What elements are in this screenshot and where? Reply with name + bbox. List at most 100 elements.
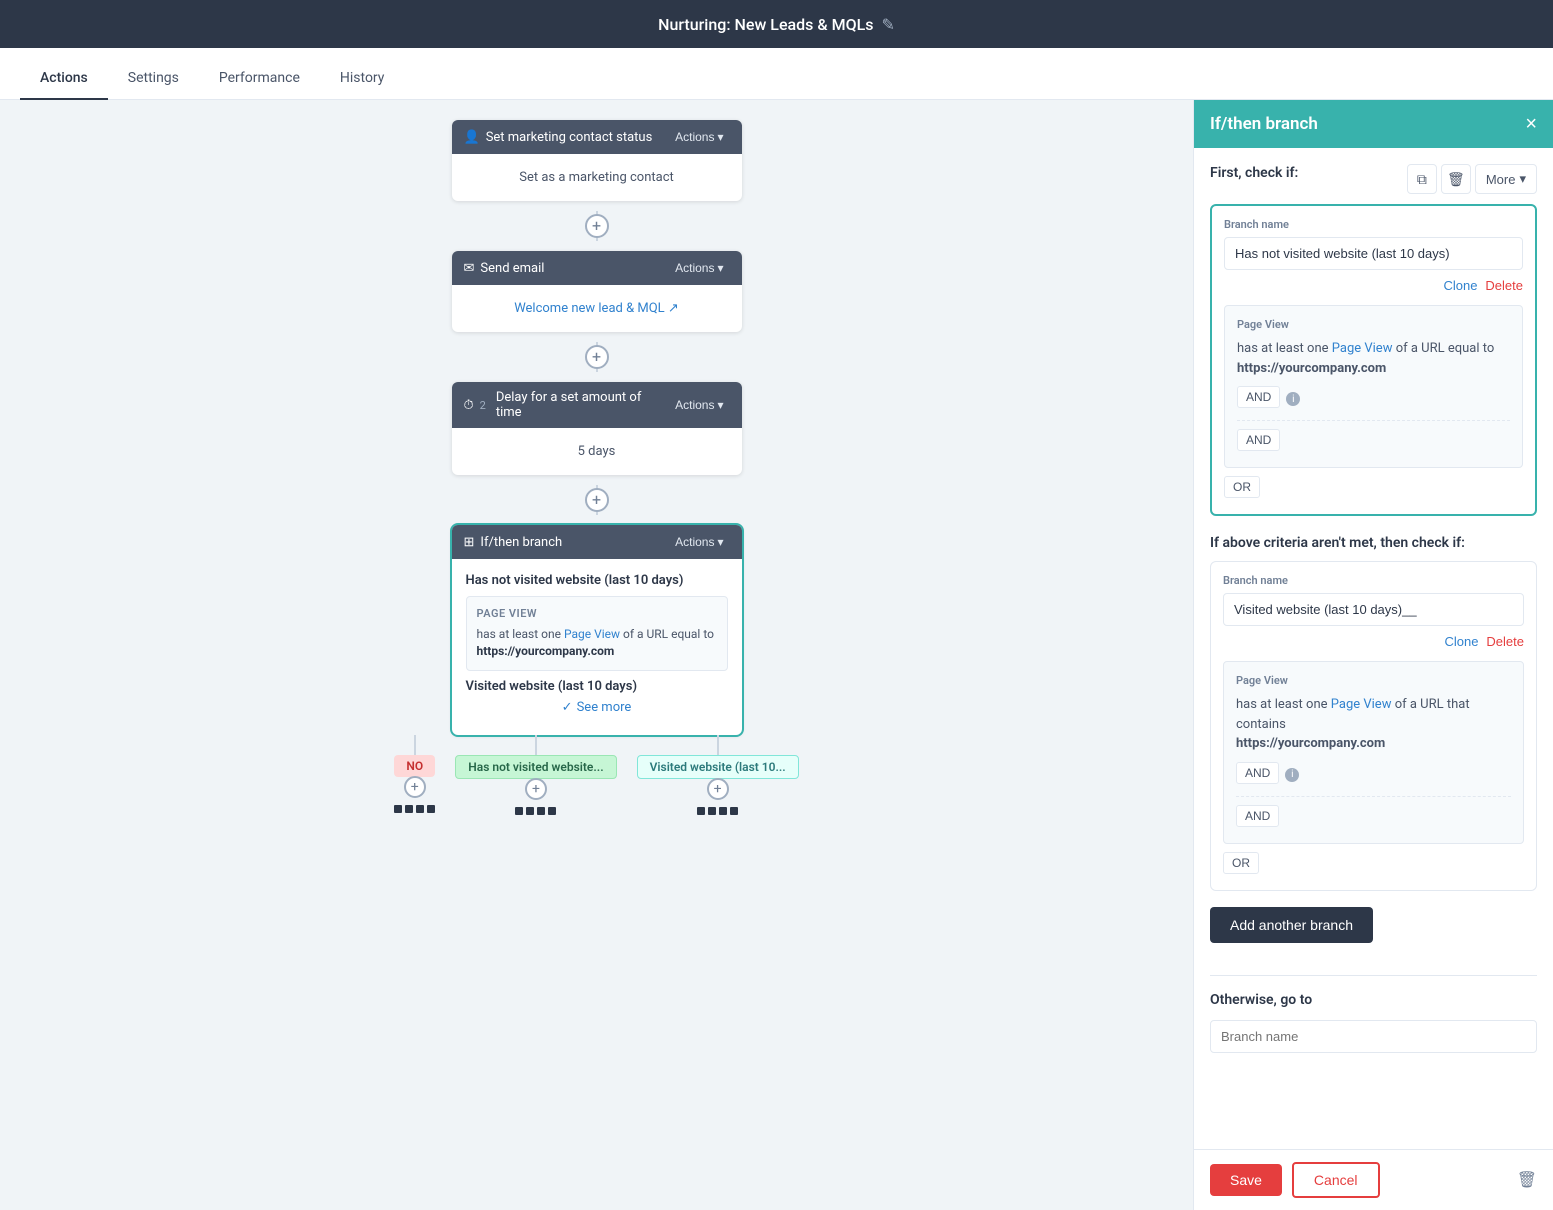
step-send-email: ✉ Send email Actions ▾ Welcome new lead … (452, 251, 742, 332)
branch2-delete-btn[interactable]: Delete (1486, 634, 1524, 649)
see-more-btn[interactable]: ✓ See more (466, 694, 728, 721)
cond2-info-icon[interactable]: i (1285, 768, 1299, 782)
cond2-link[interactable]: Page View (1331, 697, 1395, 712)
email-icon: ✉ (464, 261, 475, 276)
branch-header: ⊞ If/then branch Actions ▾ (452, 525, 742, 559)
branch-label: If/then branch (480, 535, 562, 550)
panel-title: If/then branch (1210, 114, 1318, 134)
cond2-and-btn[interactable]: AND (1236, 805, 1279, 827)
tab-performance[interactable]: Performance (199, 58, 320, 100)
step-header-1: 👤 Set marketing contact status Actions ▾ (452, 120, 742, 154)
connector-3: + (596, 475, 598, 525)
step3-actions-btn[interactable]: Actions ▾ (669, 396, 729, 414)
step3-body: 5 days (452, 428, 742, 475)
condition-block-1: Page View has at least one Page View of … (1224, 305, 1523, 468)
panel-toolbar: ⧉ 🗑 More ▾ (1407, 164, 1537, 194)
cond1-text: has at least one Page View of a URL equa… (1237, 339, 1510, 378)
branch1-name: Has not visited website (last 10 days) (466, 573, 728, 588)
branch2-name-label: Branch name (1223, 574, 1524, 587)
branch1-delete-btn[interactable]: Delete (1485, 278, 1523, 293)
branch-output-no: NO + (394, 735, 435, 813)
add-step-btn-3[interactable]: + (585, 488, 609, 512)
add-not-visited-btn[interactable]: + (525, 778, 547, 800)
cond2-title: Page View (1236, 674, 1511, 687)
condition-title: Page View (477, 607, 717, 620)
second-check-label: If above criteria aren't met, then check… (1210, 535, 1465, 551)
branch1-clone-btn[interactable]: Clone (1443, 278, 1477, 293)
tab-actions[interactable]: Actions (20, 58, 108, 100)
step2-body: Welcome new lead & MQL ↗ (452, 285, 742, 332)
branch-icon: ⊞ (464, 535, 475, 550)
footer-delete-icon[interactable]: 🗑 (1517, 1170, 1537, 1190)
clock-icon: ⏱ (464, 398, 474, 413)
connector-2: + (596, 332, 598, 382)
panel-body: First, check if: ⧉ 🗑 More ▾ (1194, 148, 1553, 1149)
delete-btn[interactable]: 🗑 (1441, 164, 1471, 194)
main-layout: 👤 Set marketing contact status Actions ▾… (0, 100, 1553, 1210)
branch-output-visited: Visited website (last 10... + (637, 735, 799, 815)
condition-block-2: Page View has at least one Page View of … (1223, 661, 1524, 844)
step-delay: ⏱ 2 Delay for a set amount of time Actio… (452, 382, 742, 475)
otherwise-input[interactable] (1210, 1020, 1537, 1053)
branch-label-not-visited[interactable]: Has not visited website... (455, 755, 616, 779)
tab-history[interactable]: History (320, 58, 405, 100)
condition-link[interactable]: Page View (564, 627, 620, 641)
copy-icon: ⧉ (1417, 171, 1427, 188)
branch-output-not-visited: Has not visited website... + (455, 735, 616, 815)
step-header-2: ✉ Send email Actions ▾ (452, 251, 742, 285)
branch-label-visited[interactable]: Visited website (last 10... (637, 755, 799, 779)
branch-actions-btn[interactable]: Actions ▾ (669, 533, 729, 551)
branch2-name-input[interactable] (1223, 593, 1524, 626)
copy-btn[interactable]: ⧉ (1407, 164, 1437, 194)
step-set-marketing: 👤 Set marketing contact status Actions ▾… (452, 120, 742, 201)
add-no-branch-btn[interactable]: + (404, 776, 426, 798)
step1-label: Set marketing contact status (486, 130, 653, 145)
branch-condition-block: Page View has at least one Page View of … (466, 596, 728, 671)
add-visited-btn[interactable]: + (707, 778, 729, 800)
delete-icon: 🗑 (1447, 171, 1465, 188)
branch-label-no[interactable]: NO (394, 755, 435, 777)
cond2-or-btn[interactable]: OR (1223, 852, 1259, 874)
branch2-name: Visited website (last 10 days) (466, 679, 728, 694)
branch2-section: Branch name Clone Delete Page View has a… (1210, 561, 1537, 891)
condition-text: has at least one Page View of a URL equa… (477, 626, 717, 660)
cond1-and-btn[interactable]: AND (1237, 429, 1280, 451)
cond1-title: Page View (1237, 318, 1510, 331)
tab-settings[interactable]: Settings (108, 58, 199, 100)
add-step-btn-1[interactable]: + (585, 214, 609, 238)
more-btn[interactable]: More ▾ (1475, 164, 1537, 194)
step2-actions-btn[interactable]: Actions ▾ (669, 259, 729, 277)
panel-close-btn[interactable]: × (1525, 114, 1537, 134)
step2-label: Send email (480, 261, 544, 276)
email-link[interactable]: Welcome new lead & MQL ↗ (514, 301, 679, 316)
cond1-info-icon[interactable]: i (1286, 392, 1300, 406)
cond1-and-badge[interactable]: AND (1237, 386, 1280, 408)
add-branch-btn[interactable]: Add another branch (1210, 907, 1373, 943)
branch2-clone-btn[interactable]: Clone (1444, 634, 1478, 649)
step-header-3: ⏱ 2 Delay for a set amount of time Actio… (452, 382, 742, 428)
step1-actions-btn[interactable]: Actions ▾ (669, 128, 729, 146)
step1-body: Set as a marketing contact (452, 154, 742, 201)
branch-body: Has not visited website (last 10 days) P… (452, 559, 742, 735)
step-branch: ⊞ If/then branch Actions ▾ Has not visit… (452, 525, 742, 735)
branch1-name-label: Branch name (1224, 218, 1523, 231)
step3-label: Delay for a set amount of time (496, 390, 669, 420)
workflow-title: Nurturing: New Leads & MQLs (658, 15, 873, 34)
save-btn[interactable]: Save (1210, 1164, 1282, 1196)
connector-1: + (596, 201, 598, 251)
cond1-link[interactable]: Page View (1332, 341, 1396, 356)
branch1-name-input[interactable] (1224, 237, 1523, 270)
cond2-and-badge[interactable]: AND (1236, 762, 1279, 784)
cond2-text: has at least one Page View of a URL that… (1236, 695, 1511, 754)
branch1-section: Branch name Clone Delete Page View has a… (1210, 204, 1537, 516)
workflow-steps: 👤 Set marketing contact status Actions ▾… (297, 120, 897, 735)
user-icon: 👤 (464, 130, 480, 145)
add-step-btn-2[interactable]: + (585, 345, 609, 369)
edit-title-icon[interactable]: ✎ (881, 15, 894, 34)
first-check-label: First, check if: (1210, 165, 1298, 181)
panel-header: If/then branch × (1194, 100, 1553, 148)
right-panel: If/then branch × First, check if: ⧉ 🗑 Mo… (1193, 100, 1553, 1210)
cond1-or-btn[interactable]: OR (1224, 476, 1260, 498)
cancel-btn[interactable]: Cancel (1292, 1162, 1380, 1198)
top-bar: Nurturing: New Leads & MQLs ✎ (0, 0, 1553, 48)
